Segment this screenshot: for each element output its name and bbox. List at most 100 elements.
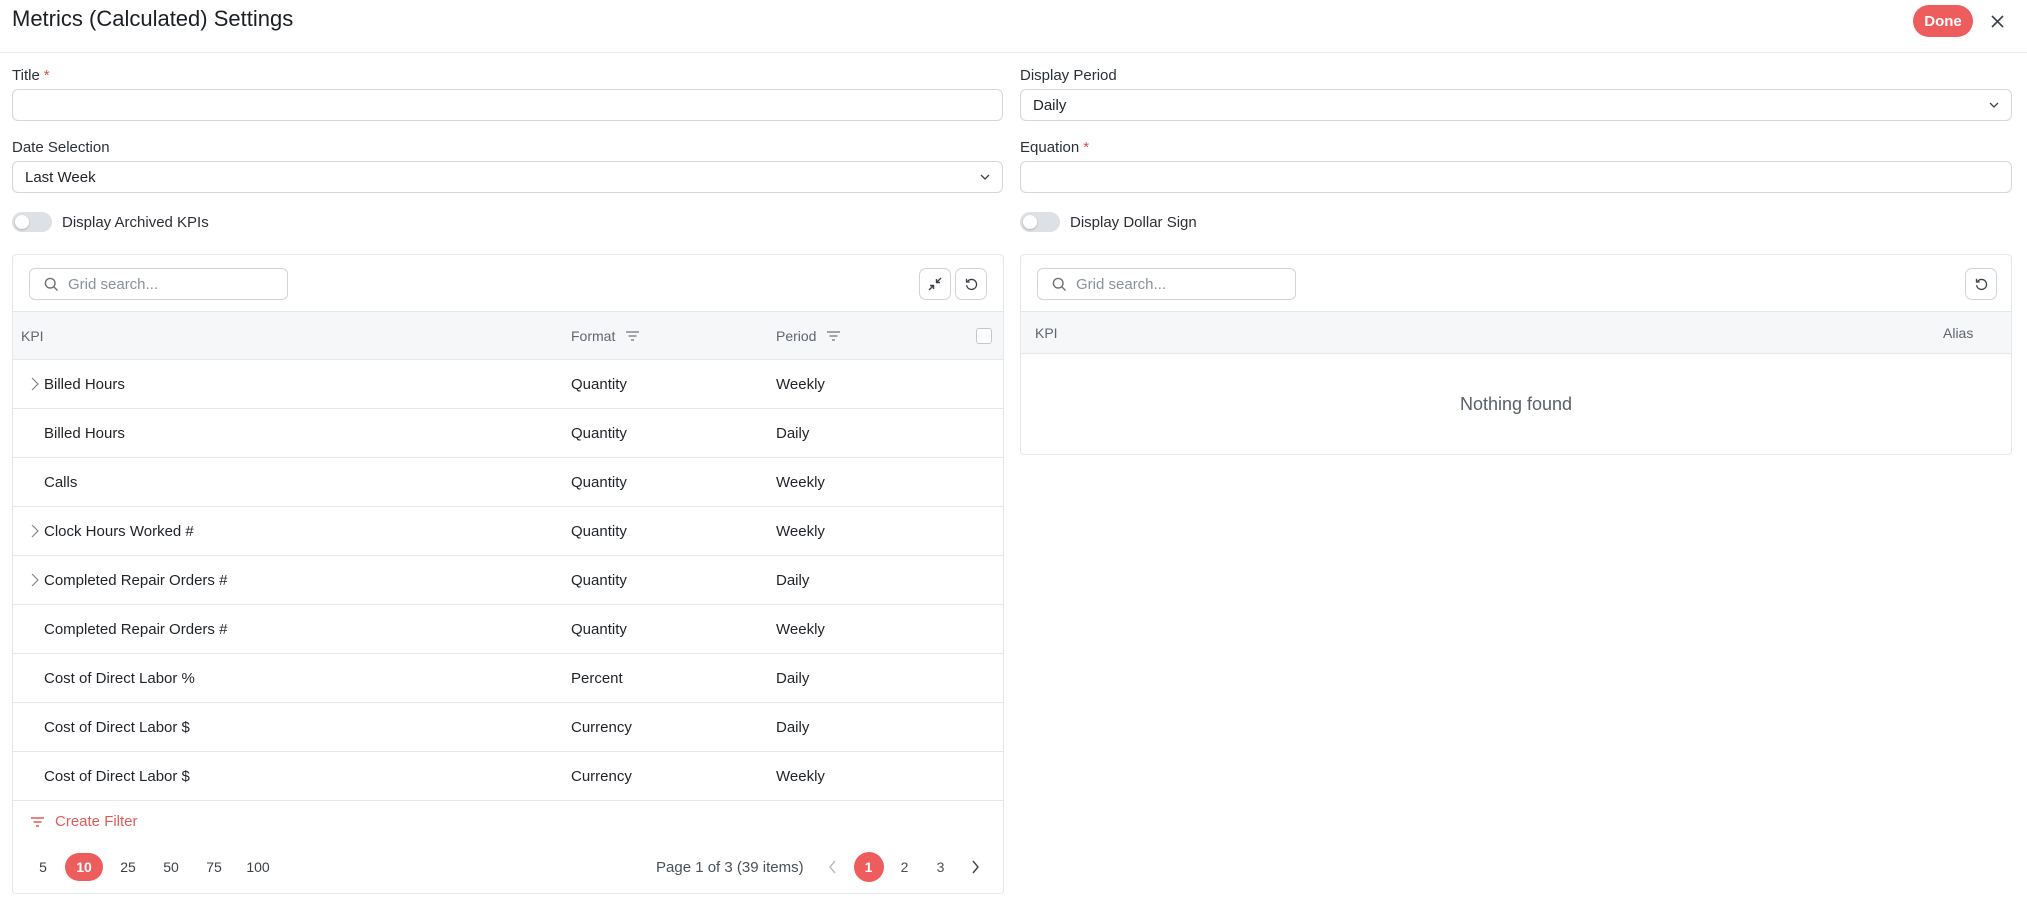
next-page-button[interactable] (960, 852, 990, 882)
page-info: Page 1 of 3 (39 items) (656, 858, 804, 876)
page-button[interactable]: 3 (926, 852, 956, 882)
select-all-checkbox[interactable] (976, 328, 992, 344)
format-cell: Quantity (571, 376, 627, 393)
title-input[interactable] (12, 89, 1003, 121)
table-row[interactable]: Completed Repair Orders # Quantity Daily (13, 556, 1003, 605)
done-button[interactable]: Done (1913, 5, 1973, 37)
dollar-sign-toggle[interactable] (1020, 212, 1060, 232)
period-cell: Daily (776, 719, 810, 736)
chevron-right-icon[interactable] (29, 573, 41, 587)
column-header-alias[interactable]: Alias (1943, 312, 1973, 353)
format-cell: Quantity (571, 474, 627, 491)
equation-label-text: Equation (1020, 139, 1080, 156)
kpi-grid-search[interactable]: Grid search... (29, 268, 288, 300)
page-size-option[interactable]: 25 (115, 853, 141, 881)
kpi-cell: Calls (44, 474, 78, 491)
display-period-label: Display Period (1020, 67, 1117, 84)
archived-kpis-toggle-row: Display Archived KPIs (12, 212, 209, 232)
column-header-kpi[interactable]: KPI (21, 312, 44, 359)
empty-state: Nothing found (1459, 393, 1573, 414)
date-selection-label: Date Selection (12, 139, 110, 156)
table-row[interactable]: Cost of Direct Labor $ Currency Daily (13, 703, 1003, 752)
page-button[interactable]: 2 (890, 852, 920, 882)
dollar-sign-toggle-row: Display Dollar Sign (1020, 212, 1197, 232)
page-size-option-active[interactable]: 10 (65, 853, 103, 881)
equation-label: Equation * (1020, 139, 1089, 156)
page-size-option[interactable]: 100 (242, 853, 274, 881)
chevron-left-icon (828, 860, 836, 874)
display-period-select[interactable]: Daily (1020, 89, 2012, 121)
collapse-all-button[interactable] (919, 268, 951, 300)
dialog-title: Metrics (Calculated) Settings (12, 6, 294, 31)
page-button-active[interactable]: 1 (853, 852, 884, 882)
period-cell: Daily (776, 670, 810, 687)
pagination: Page 1 of 3 (39 items) 1 2 3 (656, 852, 990, 882)
format-cell: Quantity (571, 523, 627, 540)
search-icon (44, 277, 58, 291)
column-header-kpi[interactable]: KPI (1035, 312, 1058, 353)
kpi-cell: Billed Hours (44, 425, 125, 442)
kpi-cell: Cost of Direct Labor % (44, 670, 195, 687)
kpi-grid-header: KPI Format Period (13, 311, 1003, 360)
kpi-cell: Cost of Direct Labor $ (44, 719, 190, 736)
title-label: Title * (12, 67, 50, 84)
kpi-cell: Cost of Direct Labor $ (44, 768, 190, 785)
filter-icon[interactable] (826, 330, 841, 342)
format-cell: Quantity (571, 572, 627, 589)
filter-icon[interactable] (625, 330, 640, 342)
previous-page-button[interactable] (818, 852, 848, 882)
column-header-period-label: Period (776, 327, 817, 344)
period-cell: Daily (776, 425, 810, 442)
period-cell: Weekly (776, 376, 825, 393)
reset-icon (1975, 278, 1987, 290)
kpi-cell: Billed Hours (44, 376, 125, 393)
table-row[interactable]: Cost of Direct Labor $ Currency Weekly (13, 752, 1003, 801)
period-cell: Weekly (776, 523, 825, 540)
display-period-value: Daily (1033, 96, 1067, 114)
kpi-grid-panel: Grid search... KPI Format Period Billed … (12, 254, 1004, 894)
page-size-option[interactable]: 50 (158, 853, 184, 881)
page-size-selector: 5 10 25 50 75 100 (33, 853, 274, 881)
equation-input[interactable] (1020, 161, 2012, 193)
page-size-option[interactable]: 5 (33, 853, 53, 881)
date-selection-value: Last Week (25, 168, 96, 186)
alias-grid-header: KPI Alias (1021, 311, 2011, 354)
table-row[interactable]: Cost of Direct Labor % Percent Daily (13, 654, 1003, 703)
format-cell: Quantity (571, 621, 627, 638)
reset-icon (965, 278, 977, 290)
period-cell: Weekly (776, 474, 825, 491)
filter-icon (31, 816, 44, 827)
period-cell: Weekly (776, 621, 825, 638)
period-cell: Daily (776, 572, 810, 589)
date-selection-select[interactable]: Last Week (12, 161, 1003, 193)
column-header-kpi-label: KPI (1035, 324, 1058, 341)
chevron-down-icon (1989, 102, 1999, 108)
page-size-option[interactable]: 75 (201, 853, 227, 881)
column-header-kpi-label: KPI (21, 327, 44, 344)
kpi-cell: Clock Hours Worked # (44, 523, 194, 540)
search-placeholder: Grid search... (68, 275, 159, 293)
column-header-format[interactable]: Format (571, 312, 640, 359)
chevron-right-icon[interactable] (29, 377, 41, 391)
close-button[interactable] (1984, 8, 2010, 34)
column-header-format-label: Format (571, 327, 616, 344)
table-row[interactable]: Billed Hours Quantity Weekly (13, 360, 1003, 409)
chevron-right-icon (972, 860, 979, 874)
table-row[interactable]: Billed Hours Quantity Daily (13, 409, 1003, 458)
column-header-period[interactable]: Period (776, 312, 841, 359)
reset-grid-button[interactable] (1965, 268, 1997, 300)
table-row[interactable]: Completed Repair Orders # Quantity Weekl… (13, 605, 1003, 654)
required-mark: * (1083, 139, 1090, 156)
table-row[interactable]: Clock Hours Worked # Quantity Weekly (13, 507, 1003, 556)
format-cell: Quantity (571, 425, 627, 442)
equation-kpi-panel: Grid search... KPI Alias Nothing found (1020, 254, 2012, 455)
table-row[interactable]: Calls Quantity Weekly (13, 458, 1003, 507)
archived-kpis-toggle[interactable] (12, 212, 52, 232)
period-cell: Weekly (776, 768, 825, 785)
column-header-alias-label: Alias (1943, 324, 1974, 341)
chevron-right-icon[interactable] (29, 524, 41, 538)
reset-grid-button[interactable] (955, 268, 987, 300)
create-filter-button[interactable]: Create Filter (30, 813, 138, 830)
alias-grid-search[interactable]: Grid search... (1037, 268, 1296, 300)
format-cell: Percent (571, 670, 623, 687)
